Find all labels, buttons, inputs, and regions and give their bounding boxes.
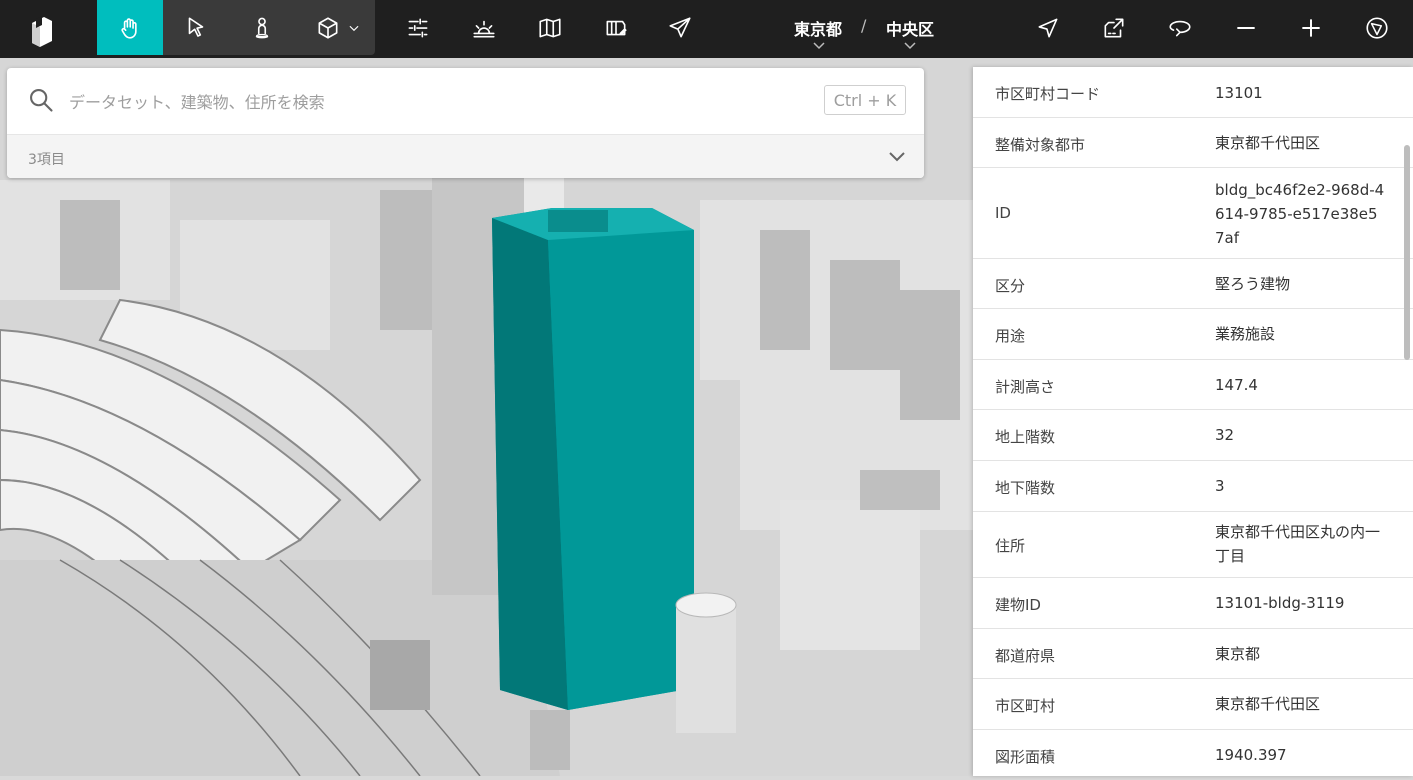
attribute-row: 市区町村 東京都千代田区	[973, 679, 1413, 730]
result-summary-bar[interactable]: 3項目	[7, 134, 924, 178]
select-tool-button[interactable]	[163, 0, 229, 55]
tool-group	[97, 0, 375, 55]
panel-scrollbar[interactable]	[1404, 145, 1410, 360]
settings-sliders-icon[interactable]	[400, 10, 436, 46]
breadcrumb-ward[interactable]: 中央区	[886, 16, 934, 40]
attribute-row: 区分 堅ろう建物	[973, 259, 1413, 309]
chevron-down-icon[interactable]	[904, 42, 916, 50]
attribute-row: 建物ID 13101-bldg-3119	[973, 578, 1413, 629]
attribute-key: 地下階数	[995, 479, 1056, 497]
attribute-value: 1940.397	[1215, 746, 1287, 764]
send-icon[interactable]	[662, 10, 698, 46]
app-logo-icon[interactable]	[22, 9, 62, 49]
attribute-row: 整備対象都市 東京都千代田区	[973, 118, 1413, 168]
attribute-key: 整備対象都市	[995, 136, 1086, 154]
attribute-panel: 市区町村コード 13101 整備対象都市 東京都千代田区 ID bldg_bc4…	[973, 67, 1413, 776]
attribute-value: 東京都千代田区丸の内一丁目	[1215, 523, 1381, 565]
attribute-row: 計測高さ 147.4	[973, 360, 1413, 410]
attribute-value: bldg_bc46f2e2-968d-4614-9785-e517e38e57a…	[1215, 181, 1385, 247]
attribute-row: 地上階数 32	[973, 410, 1413, 461]
pointer-icon	[188, 16, 204, 37]
map-icon[interactable]	[532, 10, 568, 46]
sketch-tool-button[interactable]	[295, 0, 375, 55]
attribute-row: 地下階数 3	[973, 461, 1413, 512]
attribute-key: 地上階数	[995, 428, 1056, 446]
attribute-value: 32	[1215, 426, 1235, 444]
attribute-value: 3	[1215, 477, 1225, 495]
attribute-key: 用途	[995, 327, 1026, 345]
attribute-row: 市区町村コード 13101	[973, 67, 1413, 118]
zoom-in-icon[interactable]	[1293, 10, 1329, 46]
rotate-icon[interactable]	[1162, 10, 1198, 46]
zoom-out-icon[interactable]	[1228, 10, 1264, 46]
sunrise-icon[interactable]	[466, 10, 502, 46]
pedestrian-tool-button[interactable]	[229, 0, 295, 55]
attribute-key: 市区町村	[995, 697, 1056, 715]
breadcrumb-separator: /	[861, 16, 867, 35]
attribute-value: 147.4	[1215, 376, 1258, 394]
attribute-row: 図形面積 1940.397	[973, 730, 1413, 776]
chevron-down-icon[interactable]	[887, 149, 907, 165]
attribute-key: ID	[995, 204, 1011, 222]
shortcut-hint: Ctrl + K	[824, 85, 906, 115]
attribute-value: 13101-bldg-3119	[1215, 594, 1345, 612]
export-icon[interactable]	[1096, 10, 1132, 46]
search-icon	[30, 89, 53, 112]
attribute-key: 図形面積	[995, 748, 1056, 766]
breadcrumb-prefecture[interactable]: 東京都	[794, 16, 842, 40]
chevron-down-icon	[349, 25, 359, 31]
result-count: 3項目	[28, 152, 65, 168]
hand-tool-button[interactable]	[97, 0, 163, 55]
attribute-row: 都道府県 東京都	[973, 629, 1413, 679]
attribute-value: 13101	[1215, 84, 1263, 102]
cube-icon	[318, 16, 338, 39]
attribute-value: 東京都千代田区	[1215, 695, 1321, 713]
attribute-row: 住所 東京都千代田区丸の内一丁目	[973, 512, 1413, 578]
search-row: Ctrl + K	[7, 68, 924, 134]
attribute-row: 用途 業務施設	[973, 309, 1413, 360]
location-icon[interactable]	[1030, 10, 1066, 46]
attribute-row: ID bldg_bc46f2e2-968d-4614-9785-e517e38e…	[973, 168, 1413, 259]
attribute-value: 堅ろう建物	[1215, 275, 1291, 293]
compass-icon[interactable]	[1359, 10, 1395, 46]
layers-edit-icon[interactable]	[598, 10, 634, 46]
attribute-value: 東京都千代田区	[1215, 134, 1321, 152]
pedestrian-icon	[255, 17, 269, 38]
attribute-key: 計測高さ	[995, 378, 1056, 396]
attribute-key: 市区町村コード	[995, 85, 1101, 103]
attribute-key: 区分	[995, 277, 1026, 295]
top-toolbar: 東京都 / 中央区	[0, 0, 1413, 58]
search-input[interactable]	[67, 86, 811, 118]
search-panel: Ctrl + K 3項目	[7, 68, 924, 178]
chevron-down-icon[interactable]	[813, 42, 825, 50]
attribute-key: 住所	[995, 537, 1026, 555]
attribute-key: 建物ID	[995, 596, 1041, 614]
attribute-value: 東京都	[1215, 645, 1261, 663]
attribute-value: 業務施設	[1215, 325, 1276, 343]
attribute-key: 都道府県	[995, 647, 1056, 665]
hand-icon	[121, 17, 137, 39]
